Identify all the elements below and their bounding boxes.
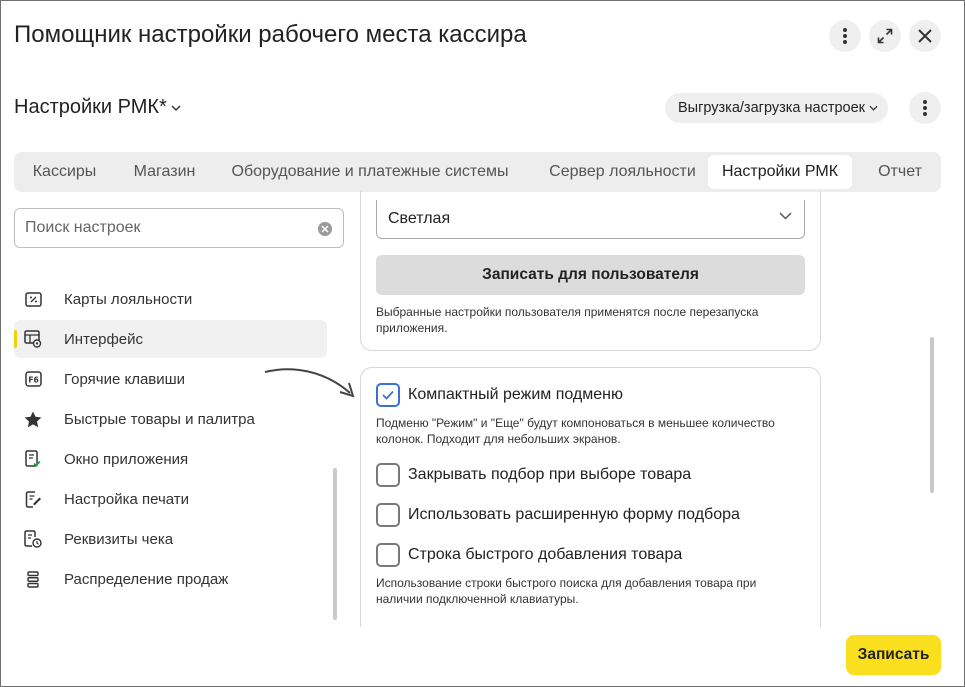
sidebar-item-label: Карты лояльности	[64, 290, 193, 308]
close-picker-label: Закрывать подбор при выборе товара	[408, 466, 692, 483]
close-picker-checkbox[interactable]	[376, 463, 400, 487]
more-options-button[interactable]	[829, 20, 861, 52]
receipt-clock-icon	[24, 530, 42, 548]
tab-rmk-settings[interactable]: Настройки РМК	[708, 155, 852, 189]
window-title: Помощник настройки рабочего места кассир…	[14, 21, 527, 48]
sidebar-scrollbar[interactable]	[333, 468, 337, 620]
theme-restart-note: Выбранные настройки пользователя применя…	[376, 305, 759, 335]
tab-store[interactable]: Магазин	[117, 155, 212, 189]
settings-profile-label: Настройки РМК*	[14, 96, 167, 118]
svg-text:F6: F6	[28, 376, 38, 385]
tab-loyalty-server[interactable]: Сервер лояльности	[532, 155, 713, 189]
settings-more-button[interactable]	[909, 92, 941, 124]
sidebar-item-loyalty-cards[interactable]: Карты лояльности	[14, 280, 327, 318]
sidebar-item-quick-goods[interactable]: Быстрые товары и палитра	[14, 400, 327, 438]
star-icon	[24, 410, 42, 428]
expand-button[interactable]	[869, 20, 901, 52]
app-window-icon	[24, 450, 42, 468]
vertical-dots-icon	[923, 100, 927, 116]
assistant-window: Помощник настройки рабочего места кассир…	[0, 0, 965, 687]
search-input[interactable]	[25, 219, 305, 237]
theme-select[interactable]: Светлая	[376, 200, 805, 239]
f6-key-icon: F6	[24, 370, 42, 388]
sidebar-item-label: Быстрые товары и палитра	[64, 410, 255, 428]
extended-picker-label: Использовать расширенную форму подбора	[408, 506, 740, 523]
sidebar-item-label: Окно приложения	[64, 450, 189, 468]
sidebar-item-interface[interactable]: Интерфейс	[14, 320, 327, 358]
tab-report[interactable]: Отчет	[865, 155, 935, 189]
save-for-user-button[interactable]: Записать для пользователя	[376, 255, 805, 295]
sidebar-item-label: Настройка печати	[64, 490, 190, 508]
print-edit-icon	[24, 490, 42, 508]
sidebar-item-app-window[interactable]: Окно приложения	[14, 440, 327, 478]
close-button[interactable]	[909, 20, 941, 52]
clear-search-icon[interactable]	[318, 222, 332, 236]
tab-cashiers[interactable]: Кассиры	[20, 155, 109, 189]
interface-settings-icon	[24, 330, 42, 348]
checkmark-icon	[382, 390, 394, 400]
close-icon	[918, 29, 932, 43]
theme-select-value: Светлая	[388, 210, 451, 227]
expand-icon	[877, 28, 893, 44]
extended-picker-checkbox[interactable]	[376, 503, 400, 527]
chevron-down-icon	[171, 105, 181, 111]
compact-submenu-label: Компактный режим подменю	[408, 386, 623, 403]
quick-add-row-note: Использование строки быстрого поиска для…	[376, 576, 757, 606]
compact-submenu-note: Подменю "Режим" и "Еще" будут компоноват…	[376, 416, 775, 446]
sidebar-item-sales-distribution[interactable]: Распределение продаж	[14, 560, 327, 598]
quick-add-row-checkbox[interactable]	[376, 543, 400, 567]
stack-icon	[24, 570, 42, 588]
sidebar-item-label: Интерфейс	[64, 330, 144, 348]
loyalty-card-icon	[24, 290, 42, 308]
submit-button[interactable]: Записать	[846, 635, 941, 675]
tab-bar: Кассиры Магазин Оборудование и платежные…	[14, 152, 941, 192]
content-scrollbar[interactable]	[930, 337, 934, 493]
settings-profile-dropdown[interactable]: Настройки РМК*	[14, 96, 181, 119]
search-box	[14, 208, 344, 248]
import-export-label: Выгрузка/загрузка настроек	[678, 100, 865, 116]
chevron-down-icon	[779, 212, 792, 220]
quick-add-row-label: Строка быстрого добавления товара	[408, 546, 683, 563]
import-export-settings-button[interactable]: Выгрузка/загрузка настроек	[665, 93, 888, 123]
chevron-down-icon	[869, 105, 878, 111]
sidebar-item-print-settings[interactable]: Настройка печати	[14, 480, 327, 518]
tab-equipment[interactable]: Оборудование и платежные системы	[221, 155, 519, 189]
sidebar-item-label: Распределение продаж	[64, 570, 229, 588]
compact-submenu-checkbox[interactable]	[376, 383, 400, 407]
pointer-arrow-icon	[264, 368, 355, 398]
sidebar-item-label: Реквизиты чека	[64, 530, 174, 548]
sidebar-item-receipt-details[interactable]: Реквизиты чека	[14, 520, 327, 558]
vertical-dots-icon	[843, 28, 847, 44]
sidebar-item-label: Горячие клавиши	[64, 370, 186, 388]
